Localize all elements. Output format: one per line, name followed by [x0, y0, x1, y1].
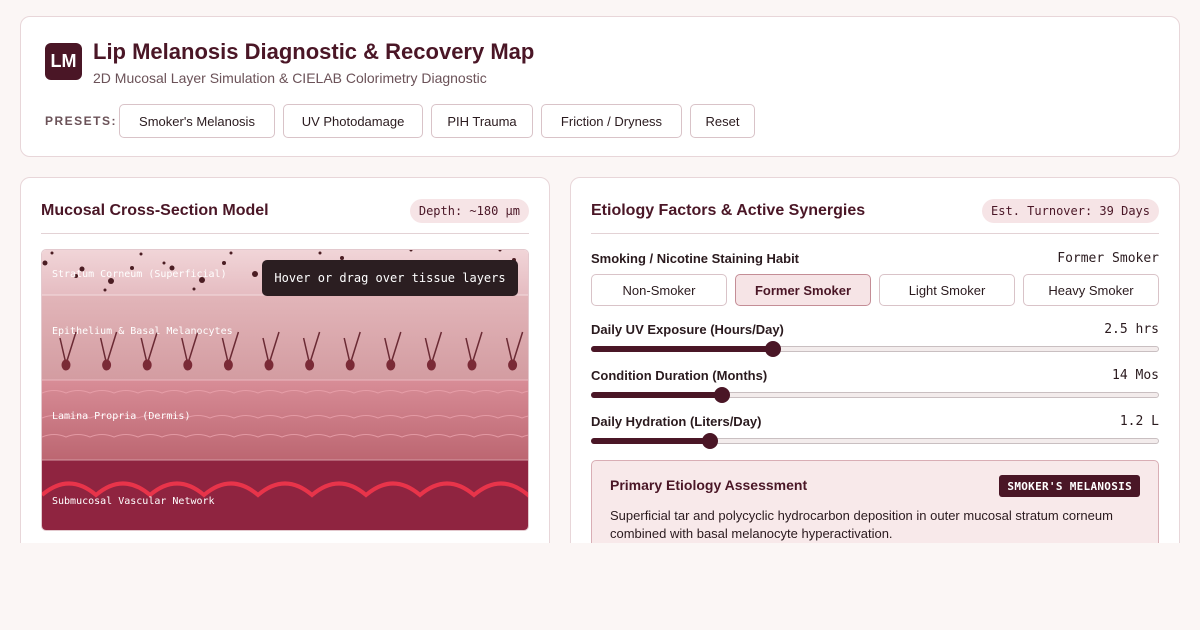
tar-dot: [139, 252, 143, 256]
tissue-tooltip: Hover or drag over tissue layers: [262, 260, 518, 296]
layer-label-vascular: Submucosal Vascular Network: [52, 496, 215, 507]
melanocyte-body: [264, 359, 274, 371]
assessment-tag: SMOKER'S MELANOSIS: [999, 475, 1140, 497]
tar-dot: [252, 271, 258, 277]
factors-title: Etiology Factors & Active Synergies: [591, 202, 866, 219]
hydration-slider[interactable]: [591, 433, 1159, 449]
melanocyte-body: [305, 359, 315, 371]
tar-dot: [50, 251, 54, 255]
duration-label: Condition Duration (Months): [591, 368, 768, 383]
melanocyte-body: [386, 359, 396, 371]
smoking-option-light-smoker[interactable]: Light Smoker: [879, 274, 1015, 306]
slider-thumb[interactable]: [702, 433, 719, 449]
melanocyte-body: [467, 359, 477, 371]
header-card: LM Lip Melanosis Diagnostic & Recovery M…: [20, 16, 1180, 157]
app-subtitle: 2D Mucosal Layer Simulation & CIELAB Col…: [93, 70, 487, 86]
app-title: Lip Melanosis Diagnostic & Recovery Map: [93, 39, 535, 64]
preset-pih-trauma-button[interactable]: PIH Trauma: [431, 104, 533, 138]
smoking-option-former-smoker[interactable]: Former Smoker: [735, 274, 871, 306]
app-logo: LM: [45, 43, 82, 80]
layer-label-stratum: Stratum Corneum (Superficial): [52, 269, 227, 280]
slider-fill: [591, 438, 711, 444]
tar-dot: [229, 251, 233, 255]
melanocyte-body: [142, 359, 152, 371]
tar-dot: [222, 261, 226, 265]
uv-label: Daily UV Exposure (Hours/Day): [591, 322, 784, 337]
depth-badge: Depth: ~180 µm: [409, 199, 529, 223]
melanocyte-body: [345, 359, 355, 371]
smoking-option-non-smoker[interactable]: Non-Smoker: [591, 274, 727, 306]
model-title: Mucosal Cross-Section Model: [41, 202, 269, 219]
factors-divider: [591, 233, 1159, 234]
duration-slider[interactable]: [591, 387, 1159, 403]
model-divider: [41, 233, 529, 234]
preset-reset-button[interactable]: Reset: [690, 104, 755, 138]
tar-dot: [192, 287, 196, 291]
melanocyte-body: [508, 359, 518, 371]
turnover-badge: Est. Turnover: 39 Days: [982, 199, 1159, 223]
preset-smokers-melanosis-button[interactable]: Smoker's Melanosis: [119, 104, 275, 138]
slider-fill: [591, 392, 722, 398]
tar-dot: [318, 251, 322, 255]
viewport-fold: [0, 543, 1200, 630]
preset-uv-photodamage-button[interactable]: UV Photodamage: [283, 104, 423, 138]
layer-label-epithelium: Epithelium & Basal Melanocytes: [52, 326, 233, 337]
melanocyte-body: [183, 359, 193, 371]
uv-slider[interactable]: [591, 341, 1159, 357]
smoking-value: Former Smoker: [1057, 251, 1159, 266]
melanocyte-body: [102, 359, 112, 371]
smoking-option-heavy-smoker[interactable]: Heavy Smoker: [1023, 274, 1159, 306]
hydration-value: 1.2 L: [1119, 414, 1159, 429]
assessment-text: Superficial tar and polycyclic hydrocarb…: [610, 508, 1113, 541]
slider-thumb[interactable]: [764, 341, 781, 357]
duration-value: 14 Mos: [1112, 368, 1159, 383]
smoking-label: Smoking / Nicotine Staining Habit: [591, 251, 800, 266]
tar-dot: [42, 260, 48, 266]
preset-friction-dryness-button[interactable]: Friction / Dryness: [541, 104, 682, 138]
melanocyte-body: [61, 359, 71, 371]
assessment-title: Primary Etiology Assessment: [610, 477, 808, 493]
tar-dot: [103, 288, 107, 292]
uv-value: 2.5 hrs: [1104, 322, 1159, 337]
tar-dot: [162, 261, 166, 265]
layer-label-lamina: Lamina Propria (Dermis): [52, 411, 191, 422]
presets-label: PRESETS:: [45, 114, 118, 128]
slider-fill: [591, 346, 773, 352]
melanocyte-body: [223, 359, 233, 371]
melanocyte-body: [426, 359, 436, 371]
hydration-label: Daily Hydration (Liters/Day): [591, 414, 762, 429]
slider-thumb[interactable]: [713, 387, 730, 403]
tissue-cross-section[interactable]: Stratum Corneum (Superficial) Epithelium…: [41, 249, 529, 531]
